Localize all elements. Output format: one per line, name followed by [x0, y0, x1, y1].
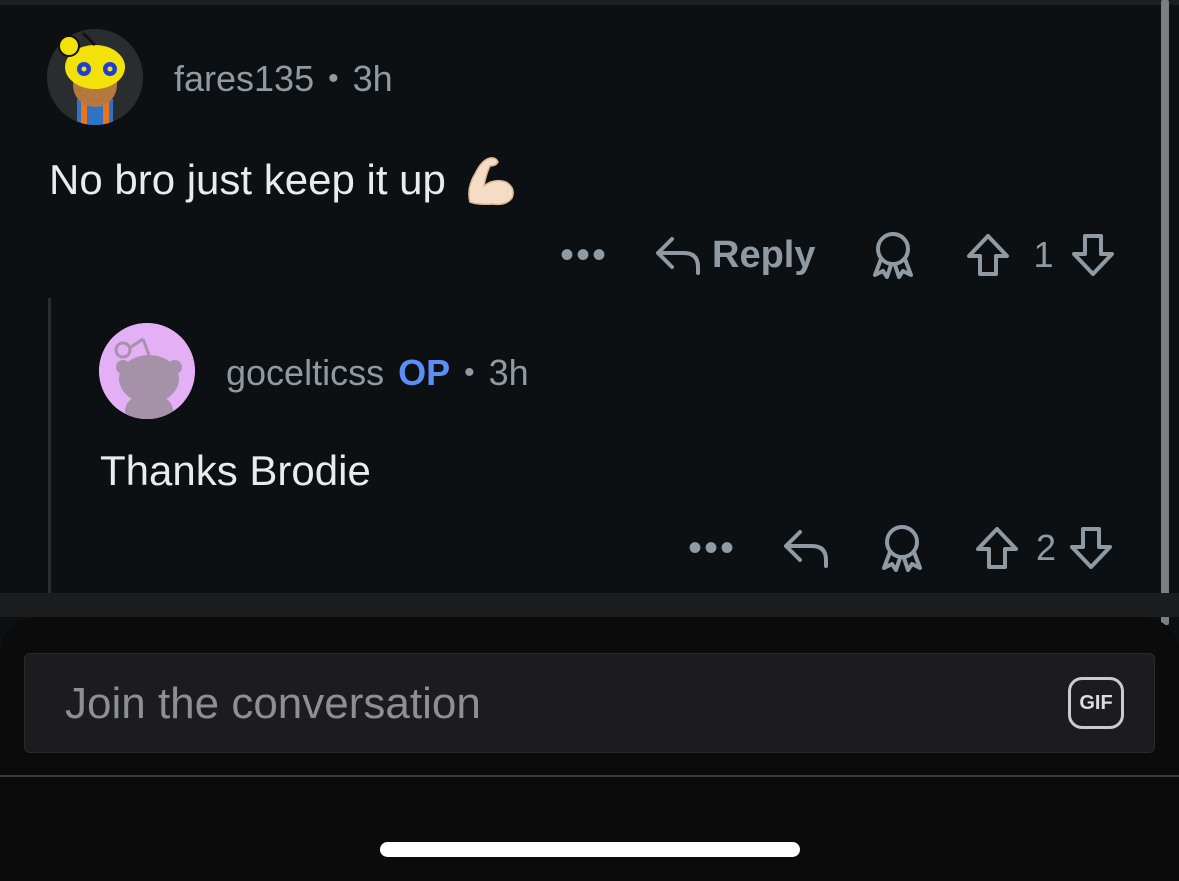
downvote-button[interactable] — [1068, 525, 1114, 571]
comment-actions: ••• Reply 1 — [560, 227, 1116, 283]
reply-label: Reply — [712, 233, 816, 276]
composer-divider — [0, 775, 1179, 777]
more-options-button[interactable]: ••• — [560, 233, 608, 278]
comment-meta: fares135 • 3h — [174, 55, 393, 103]
reply-arrow-icon — [656, 237, 700, 275]
award-button[interactable] — [878, 522, 926, 574]
comment-input-placeholder: Join the conversation — [65, 679, 481, 728]
home-indicator[interactable] — [380, 842, 800, 857]
vote-count: 2 — [1036, 527, 1057, 568]
comment-body: No bro just keep it up — [49, 150, 518, 210]
snoo-default-avatar-icon — [99, 323, 195, 419]
comment-meta: gocelticss OP • 3h — [226, 349, 529, 397]
scrollbar[interactable] — [1161, 0, 1169, 625]
composer-separator — [0, 593, 1179, 617]
reply-button[interactable]: Reply — [654, 233, 815, 277]
upvote-arrow-icon — [967, 234, 1010, 276]
username[interactable]: fares135 — [174, 58, 314, 100]
upvote-button[interactable] — [974, 525, 1020, 571]
comment-input[interactable]: Join the conversation GIF — [24, 653, 1155, 753]
avatar[interactable] — [99, 323, 195, 419]
comment-text: No bro just keep it up — [49, 156, 446, 203]
reply-button[interactable] — [782, 526, 830, 570]
avatar-antenna-icon — [58, 35, 80, 57]
award-icon — [873, 232, 914, 279]
separator: • — [464, 356, 475, 389]
timestamp: 3h — [352, 58, 393, 99]
downvote-button[interactable] — [1070, 232, 1116, 278]
upvote-arrow-icon — [976, 527, 1018, 569]
comment-thread: fares135 • 3h No bro just keep it up •••… — [0, 5, 1160, 593]
username[interactable]: gocelticss — [226, 352, 384, 394]
award-button[interactable] — [869, 229, 917, 281]
timestamp: 3h — [488, 352, 529, 393]
comment-text: Thanks Brodie — [100, 447, 371, 494]
vote-count: 1 — [1033, 234, 1054, 275]
thread-indent-line[interactable] — [48, 298, 51, 593]
separator: • — [328, 62, 339, 95]
reply-arrow-icon — [784, 530, 828, 568]
award-icon — [882, 525, 922, 572]
downvote-arrow-icon — [1070, 527, 1113, 569]
flexed-biceps-emoji-icon — [468, 157, 514, 206]
comment-actions: ••• 2 — [688, 520, 1114, 576]
downvote-arrow-icon — [1071, 234, 1114, 276]
op-badge: OP — [398, 352, 451, 393]
gif-button[interactable]: GIF — [1068, 677, 1124, 729]
more-options-button[interactable]: ••• — [688, 526, 736, 571]
comment-body: Thanks Brodie — [100, 441, 371, 501]
upvote-button[interactable] — [965, 232, 1011, 278]
